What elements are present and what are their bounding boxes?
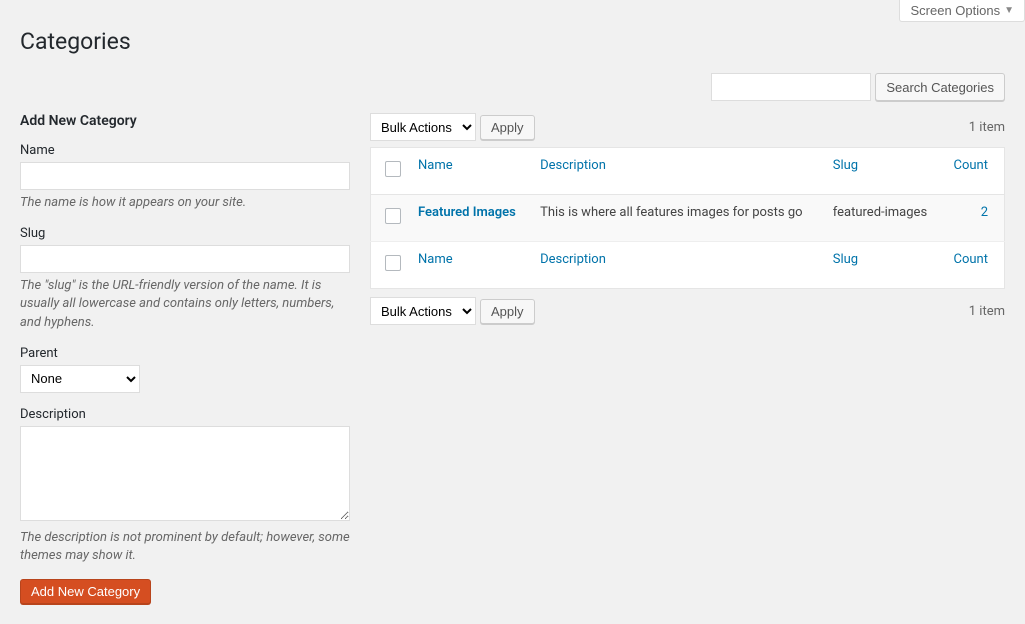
footer-count[interactable]: Count [941,242,1004,289]
header-slug[interactable]: Slug [823,148,942,195]
header-name[interactable]: Name [408,148,530,195]
header-description[interactable]: Description [530,148,823,195]
page-title: Categories [20,28,1005,55]
search-button[interactable]: Search Categories [875,73,1005,101]
submit-button[interactable]: Add New Category [20,579,151,604]
header-count[interactable]: Count [941,148,1004,195]
row-checkbox[interactable] [385,208,401,224]
name-label: Name [20,143,350,158]
name-hint: The name is how it appears on your site. [20,194,350,212]
apply-button-bottom[interactable]: Apply [480,299,535,324]
select-all-bottom[interactable] [385,255,401,271]
slug-label: Slug [20,226,350,241]
chevron-down-icon: ▼ [1004,5,1014,16]
row-count[interactable]: 2 [981,205,988,220]
screen-options-label: Screen Options [910,3,1000,18]
bulk-actions-select-top[interactable]: Bulk Actions [370,113,476,141]
slug-hint: The "slug" is the URL-friendly version o… [20,277,350,332]
footer-checkbox-cell [371,242,409,289]
table-row: Featured Images This is where all featur… [371,195,1005,242]
header-checkbox-cell [371,148,409,195]
row-name[interactable]: Featured Images [418,205,516,220]
parent-select[interactable]: None [20,365,140,393]
footer-description[interactable]: Description [530,242,823,289]
description-label: Description [20,407,350,422]
description-textarea[interactable] [20,426,350,521]
footer-name[interactable]: Name [408,242,530,289]
search-input[interactable] [711,73,871,101]
screen-options-button[interactable]: Screen Options ▼ [899,0,1025,22]
name-input[interactable] [20,162,350,190]
select-all-top[interactable] [385,161,401,177]
item-count-bottom: 1 item [969,304,1005,319]
row-description: This is where all features images for po… [530,195,823,242]
row-slug: featured-images [823,195,942,242]
parent-label: Parent [20,346,350,361]
bulk-actions-select-bottom[interactable]: Bulk Actions [370,297,476,325]
footer-slug[interactable]: Slug [823,242,942,289]
apply-button-top[interactable]: Apply [480,115,535,140]
slug-input[interactable] [20,245,350,273]
form-heading: Add New Category [20,113,350,129]
categories-table: Name Description Slug Count Featured Ima… [370,147,1005,289]
item-count-top: 1 item [969,120,1005,135]
description-hint: The description is not prominent by defa… [20,529,350,565]
